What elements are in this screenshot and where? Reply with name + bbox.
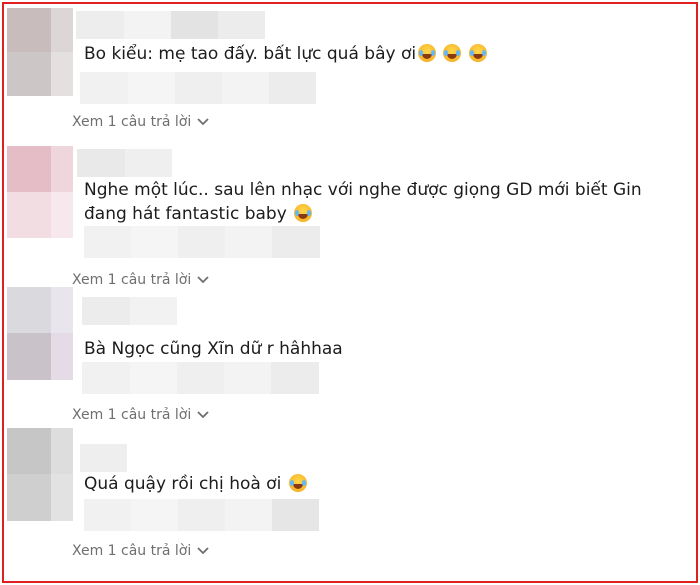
laughing-tears-emoji-icon (418, 44, 437, 62)
view-replies-label: Xem 1 câu trả lời (72, 272, 192, 288)
chevron-down-icon (197, 118, 209, 126)
avatar[interactable] (7, 146, 73, 238)
comment-text: Nghe một lúc.. sau lên nhạc với nghe đượ… (84, 180, 642, 224)
laughing-tears-emoji-icon (294, 204, 313, 222)
author-name-blurred[interactable] (76, 11, 265, 39)
view-replies-button[interactable]: Xem 1 câu trả lời (72, 272, 209, 288)
comment-meta-blurred (84, 499, 319, 531)
chevron-down-icon (197, 276, 209, 284)
view-replies-label: Xem 1 câu trả lời (72, 114, 192, 130)
avatar[interactable] (7, 287, 73, 380)
comment-text: Bo kiểu: mẹ tao đấy. bất lực quá bây ơi (84, 42, 487, 66)
laughing-tears-emoji-icon (443, 44, 462, 62)
avatar[interactable] (7, 8, 73, 96)
chevron-down-icon (197, 411, 209, 419)
view-replies-button[interactable]: Xem 1 câu trả lời (72, 407, 209, 423)
view-replies-button[interactable]: Xem 1 câu trả lời (72, 114, 209, 130)
comment-text: Quá quậy rồi chị hoà ơi (84, 472, 307, 496)
avatar[interactable] (7, 428, 73, 521)
comment-meta-blurred (82, 362, 319, 394)
author-name-blurred[interactable] (80, 444, 127, 472)
comment-meta-blurred (80, 72, 316, 104)
chevron-down-icon (197, 547, 209, 555)
comment-text: Bà Ngọc cũng Xĩn dữ r hâhhaa (84, 339, 343, 359)
view-replies-label: Xem 1 câu trả lời (72, 543, 192, 559)
author-name-blurred[interactable] (82, 297, 177, 325)
view-replies-label: Xem 1 câu trả lời (72, 407, 192, 423)
author-name-blurred[interactable] (77, 149, 172, 177)
comment-meta-blurred (84, 226, 320, 258)
laughing-tears-emoji-icon (288, 474, 307, 492)
laughing-tears-emoji-icon (468, 44, 487, 62)
view-replies-button[interactable]: Xem 1 câu trả lời (72, 543, 209, 559)
